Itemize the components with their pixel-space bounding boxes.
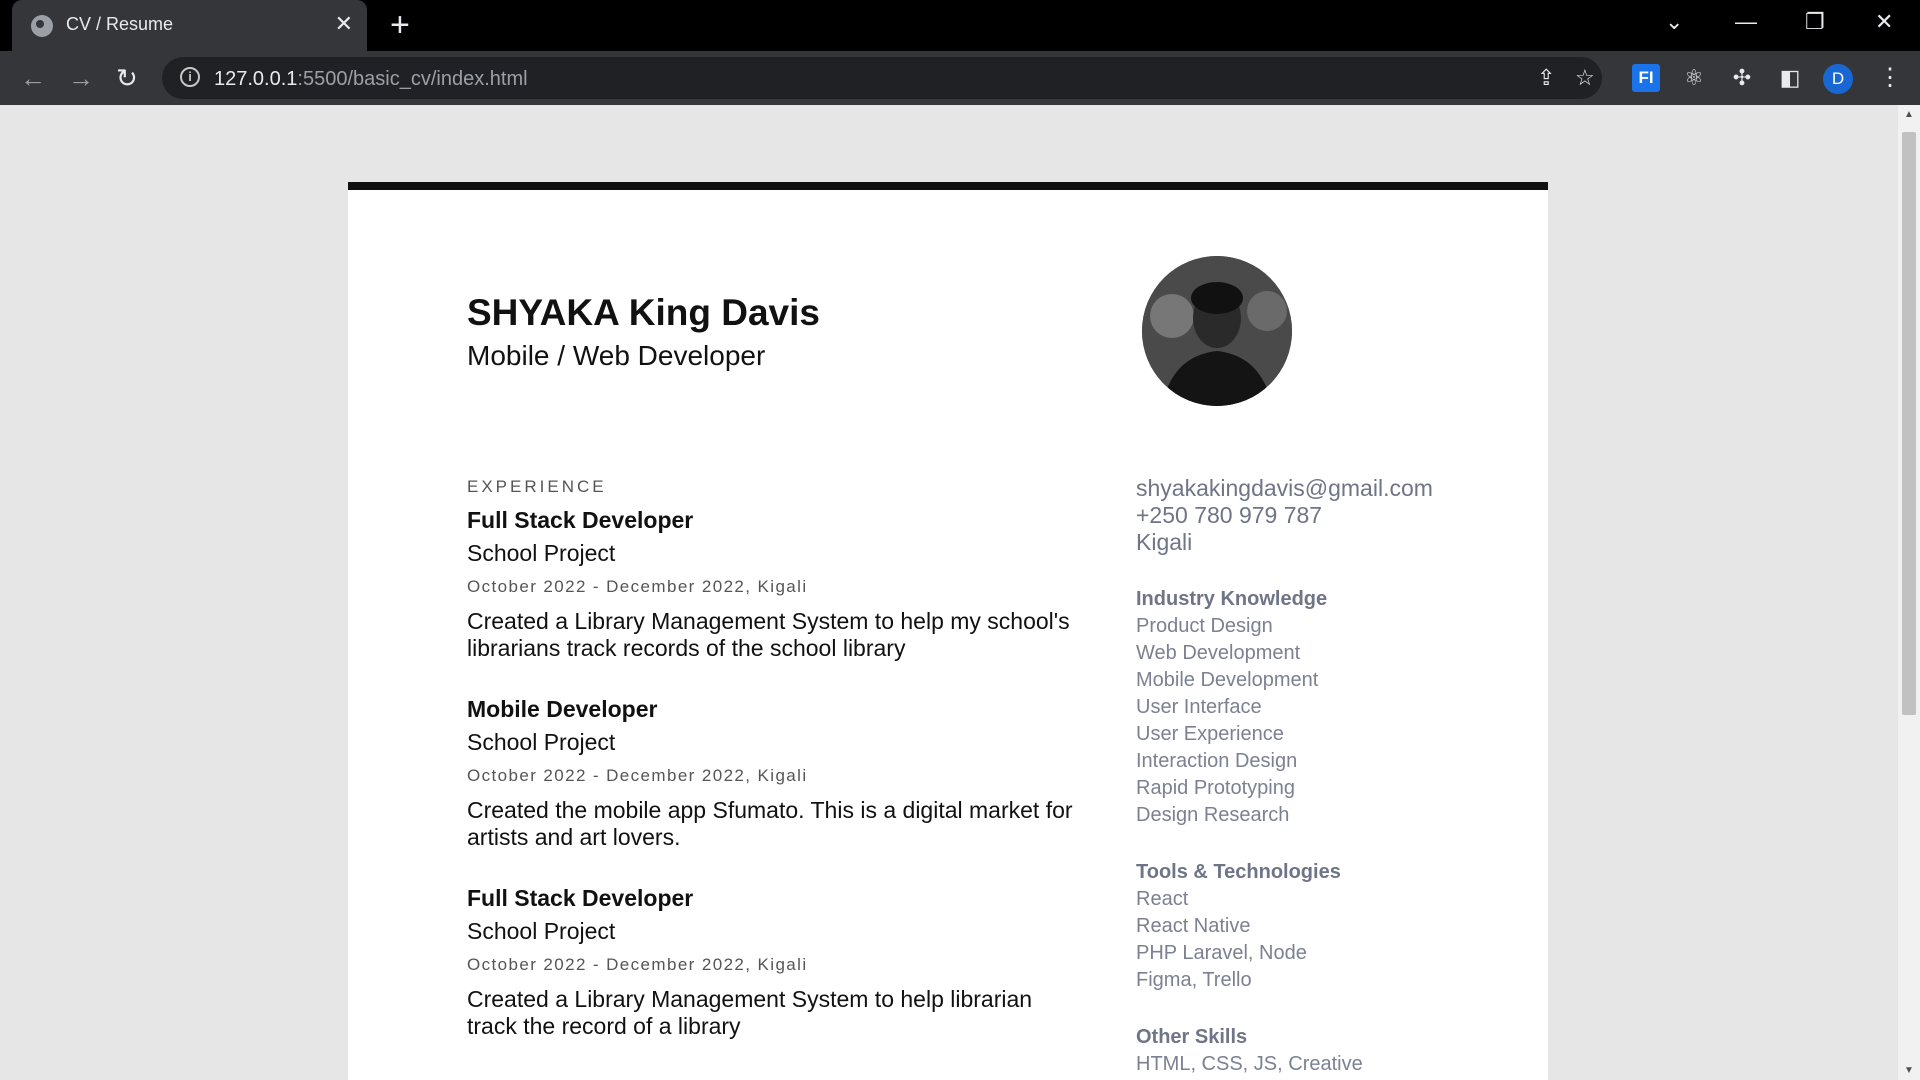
url-host: 127.0.0.1: [214, 68, 298, 90]
vertical-scrollbar[interactable]: ▲ ▼: [1898, 105, 1920, 1080]
experience-section: EXPERIENCE Full Stack Developer School P…: [467, 477, 1087, 1074]
globe-icon: [31, 15, 53, 37]
job-dates-location: October 2022 - December 2022, Kigali: [467, 955, 808, 974]
tab-close-button[interactable]: ✕: [335, 11, 353, 37]
job-entry: Mobile Developer School Project October …: [467, 696, 1087, 851]
reload-icon[interactable]: ↻: [116, 63, 138, 93]
skill-item: HTML, CSS, JS, Creative: [1136, 1053, 1363, 1075]
share-icon[interactable]: ⇪: [1537, 65, 1555, 91]
contact-phone: +250 780 979 787: [1136, 502, 1323, 528]
job-title: Full Stack Developer: [467, 507, 694, 533]
skill-item: React: [1136, 888, 1189, 910]
minimize-button[interactable]: —: [1735, 8, 1757, 36]
skill-item: Rapid Prototyping: [1136, 777, 1295, 799]
cv-page: SHYAKA King Davis Mobile / Web Developer…: [348, 182, 1548, 1080]
job-title: Full Stack Developer: [467, 885, 694, 911]
forward-arrow-icon[interactable]: →: [68, 63, 94, 93]
skills-heading: Tools & Technologies: [1136, 861, 1341, 883]
url-path: :5500/basic_cv/index.html: [297, 68, 528, 90]
job-dates-location: October 2022 - December 2022, Kigali: [467, 766, 808, 785]
skill-item: User Interface: [1136, 696, 1262, 718]
extension-fi-icon[interactable]: FI: [1632, 64, 1660, 92]
skill-item: React Native: [1136, 915, 1251, 937]
tab-title: CV / Resume: [66, 14, 174, 34]
skills-industry-knowledge: Industry Knowledge Product Design Web De…: [1136, 586, 1496, 829]
experience-heading: EXPERIENCE: [467, 477, 607, 496]
address-bar[interactable]: i 127.0.0.1:5500/basic_cv/index.html ⇪ ☆: [162, 57, 1602, 99]
skills-heading: Other Skills: [1136, 1026, 1248, 1048]
contact-city: Kigali: [1136, 529, 1193, 555]
new-tab-button[interactable]: +: [390, 6, 410, 44]
skill-item: Design Research: [1136, 804, 1290, 826]
job-entry: Full Stack Developer School Project Octo…: [467, 507, 1087, 662]
job-dates-location: October 2022 - December 2022, Kigali: [467, 577, 808, 596]
contact-email: shyakakingdavis@gmail.com: [1136, 475, 1433, 501]
tab-search-icon[interactable]: ⌄: [1665, 8, 1683, 36]
browser-tab-strip: CV / Resume ✕ + ⌄ — ❐ ✕: [0, 0, 1920, 51]
skill-item: Figma, Trello: [1136, 969, 1252, 991]
job-organization: School Project: [467, 540, 616, 566]
job-organization: School Project: [467, 729, 616, 755]
job-organization: School Project: [467, 918, 616, 944]
job-description: Created a Library Management System to h…: [467, 608, 1070, 661]
job-description: Created a Library Management System to h…: [467, 986, 1033, 1039]
page-viewport: SHYAKA King Davis Mobile / Web Developer…: [0, 105, 1898, 1080]
url-text[interactable]: 127.0.0.1:5500/basic_cv/index.html: [214, 68, 528, 91]
cv-name: SHYAKA King Davis: [467, 292, 820, 333]
skill-item: Interaction Design: [1136, 750, 1298, 772]
job-entry: Full Stack Developer School Project Octo…: [467, 885, 1087, 1040]
skill-item: Web Development: [1136, 642, 1301, 664]
job-description: Created the mobile app Sfumato. This is …: [467, 797, 1073, 850]
skill-item: Product Design: [1136, 615, 1273, 637]
profile-avatar[interactable]: D: [1823, 64, 1853, 94]
profile-photo: [1142, 256, 1292, 406]
skills-tools-technologies: Tools & Technologies React React Native …: [1136, 859, 1496, 994]
side-panel-icon[interactable]: ◧: [1776, 64, 1804, 92]
bookmark-star-icon[interactable]: ☆: [1575, 65, 1595, 91]
skill-item: Mobile Development: [1136, 669, 1319, 691]
skills-heading: Industry Knowledge: [1136, 588, 1328, 610]
sidebar-column: shyakakingdavis@gmail.com +250 780 979 7…: [1136, 475, 1496, 1078]
contact-block: shyakakingdavis@gmail.com +250 780 979 7…: [1136, 475, 1496, 556]
browser-tab[interactable]: CV / Resume ✕: [12, 0, 367, 51]
react-devtools-icon[interactable]: ⚛: [1680, 64, 1708, 92]
scrollbar-thumb[interactable]: [1902, 132, 1916, 715]
site-info-icon[interactable]: i: [180, 67, 200, 87]
scroll-up-arrow-icon[interactable]: ▲: [1904, 109, 1914, 120]
browser-toolbar: ← → ↻ i 127.0.0.1:5500/basic_cv/index.ht…: [0, 51, 1920, 105]
close-window-button[interactable]: ✕: [1875, 8, 1893, 36]
restore-button[interactable]: ❐: [1805, 8, 1825, 36]
job-title: Mobile Developer: [467, 696, 658, 722]
more-menu-icon[interactable]: ⋮: [1878, 63, 1902, 93]
skills-other: Other Skills HTML, CSS, JS, Creative: [1136, 1024, 1496, 1078]
skill-item: User Experience: [1136, 723, 1284, 745]
extensions-puzzle-icon[interactable]: ✣: [1728, 64, 1756, 92]
back-arrow-icon[interactable]: ←: [20, 63, 46, 93]
skill-item: PHP Laravel, Node: [1136, 942, 1307, 964]
scroll-down-arrow-icon[interactable]: ▼: [1904, 1065, 1914, 1076]
cv-role: Mobile / Web Developer: [467, 340, 766, 371]
